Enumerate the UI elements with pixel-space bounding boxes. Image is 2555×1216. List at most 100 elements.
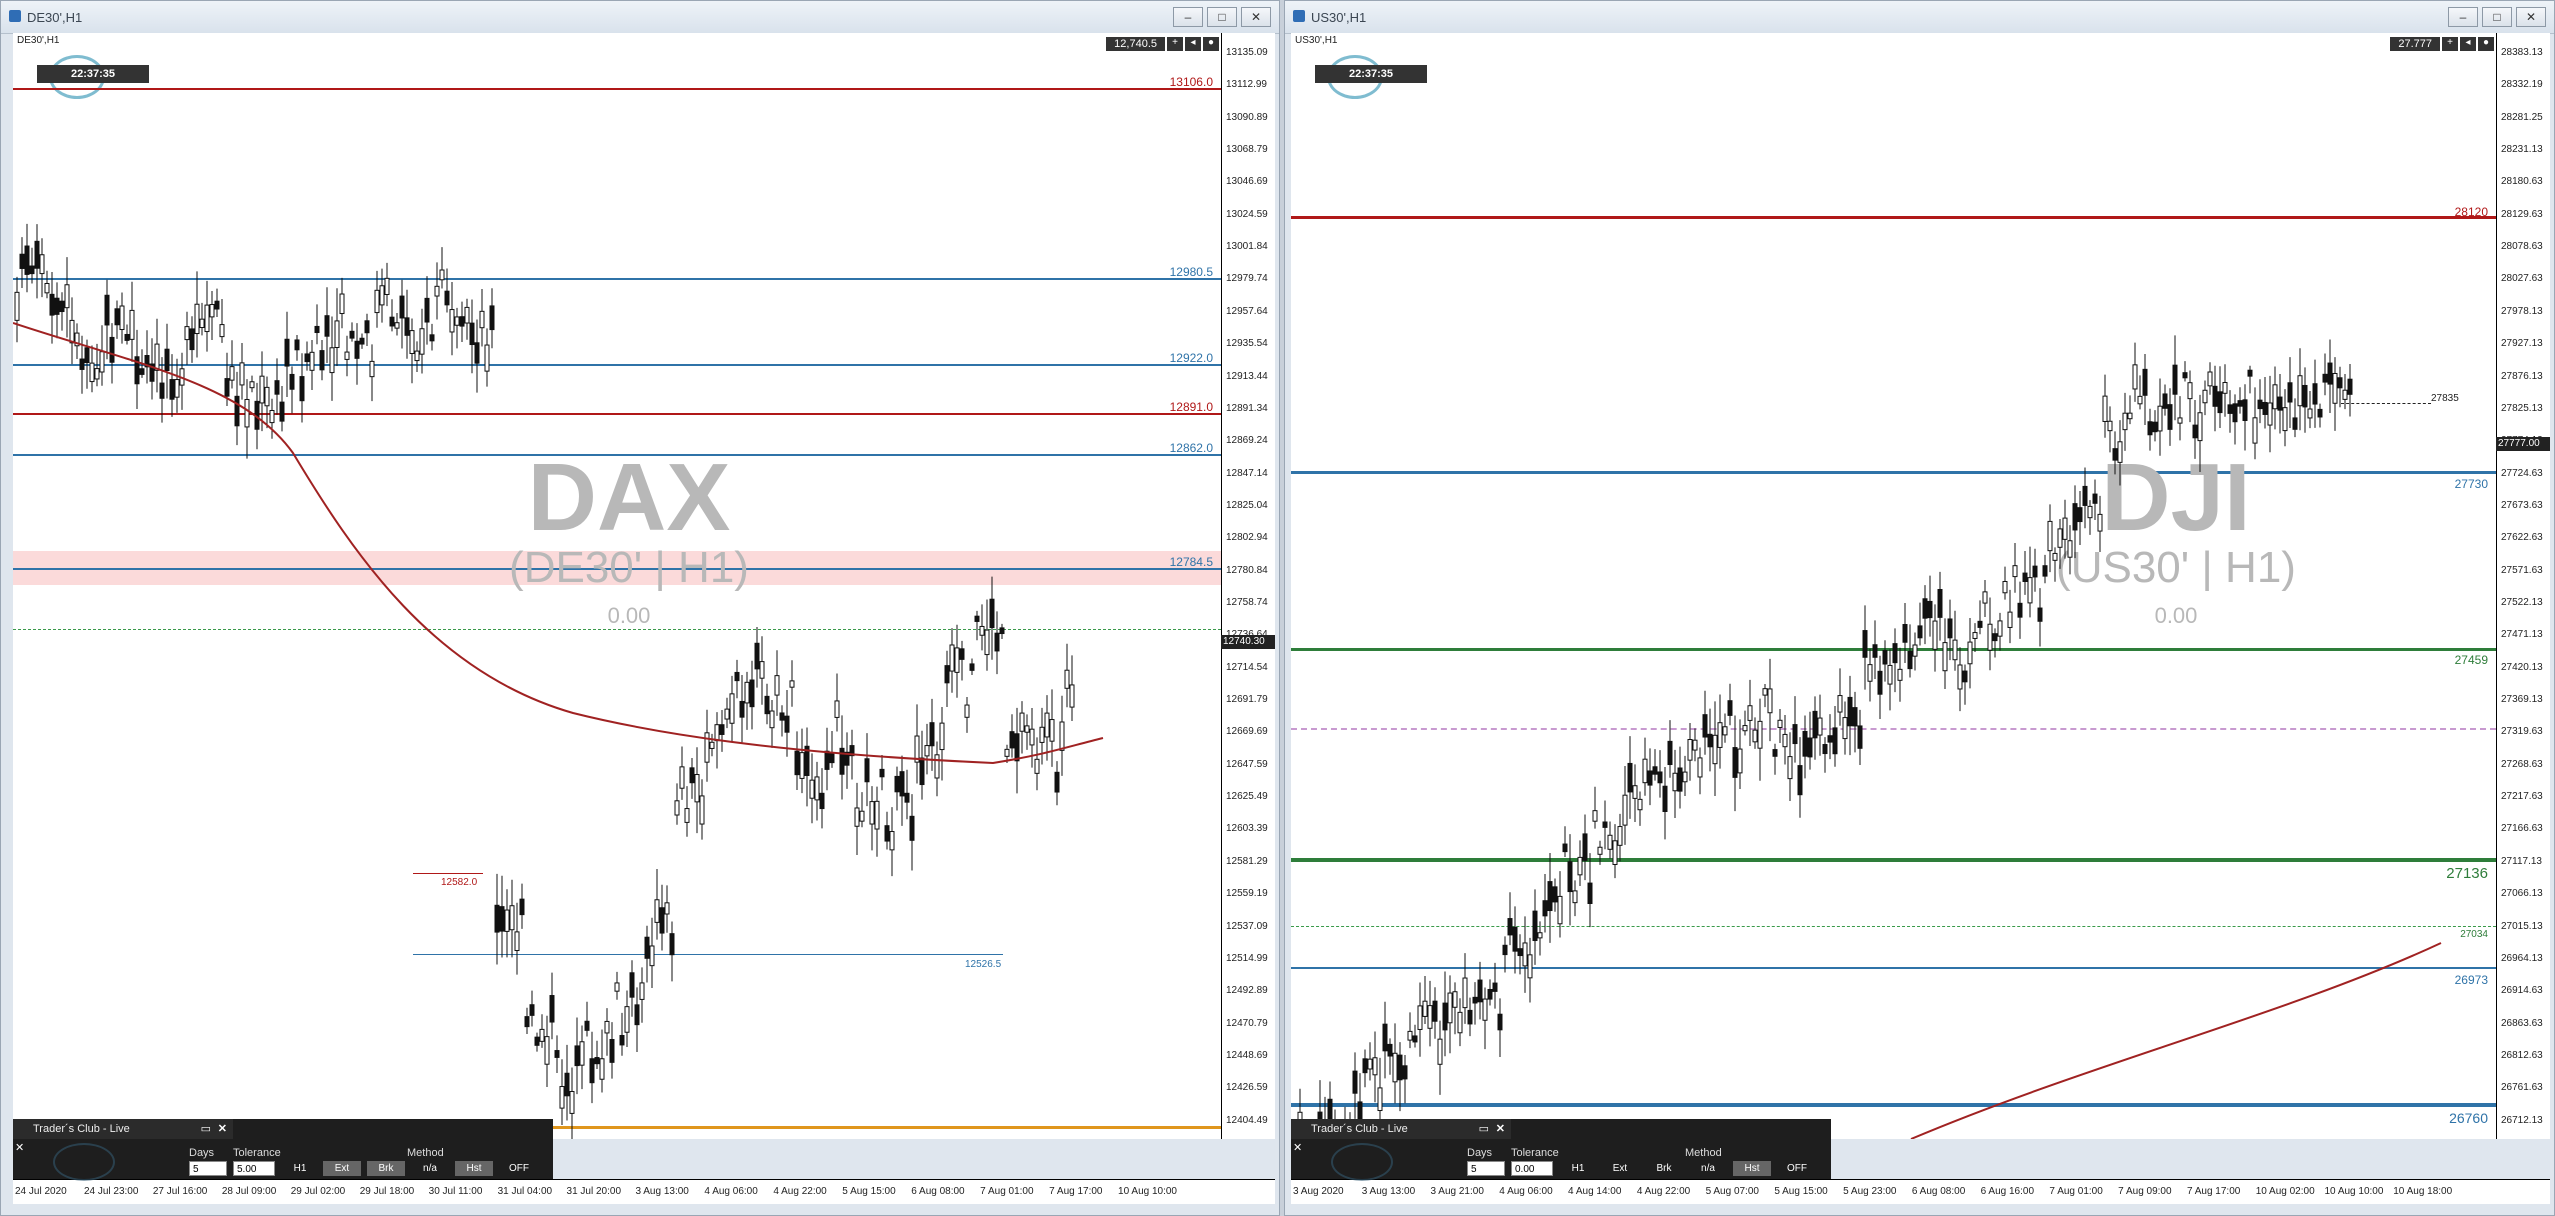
close-icon[interactable]: ✕ xyxy=(218,1119,227,1139)
candle-body xyxy=(1672,772,1678,792)
candle-body xyxy=(1687,739,1693,761)
candle-body xyxy=(2212,385,2218,407)
candle-body xyxy=(374,289,380,314)
candle-body xyxy=(39,254,45,275)
price-tick: 12470.79 xyxy=(1226,1017,1268,1029)
method-select[interactable]: n/a xyxy=(1689,1161,1727,1176)
candle-body xyxy=(274,380,280,395)
titlebar[interactable]: US30',H1 – □ ✕ xyxy=(1285,1,2554,34)
close-button[interactable]: ✕ xyxy=(1241,7,1271,27)
hst-button[interactable]: Hst xyxy=(1733,1161,1771,1176)
candle-body xyxy=(704,732,710,763)
candle-body xyxy=(479,310,485,329)
candle-body xyxy=(114,308,120,326)
price-tick: 12891.34 xyxy=(1226,402,1268,414)
close-icon[interactable]: ✕ xyxy=(1496,1119,1505,1139)
price-chart[interactable]: US30',H1 22:37:35 27.777 + ◂ ● 28120 278… xyxy=(1291,33,2496,1139)
price-axis[interactable]: 28383.13 28332.19 28281.25 28231.13 28180.63… xyxy=(2496,33,2550,1139)
ext-button[interactable]: Ext xyxy=(323,1161,361,1176)
candle-body xyxy=(709,741,715,749)
window-us30[interactable]: US30',H1 – □ ✕ US30',H1 22:37:35 27.777 … xyxy=(1284,0,2555,1216)
candle-body xyxy=(1847,696,1853,727)
time-axis[interactable]: 24 Jul 2020 24 Jul 23:00 27 Jul 16:00 28 Ju… xyxy=(13,1179,1275,1204)
candle-body xyxy=(959,648,965,660)
window-de30[interactable]: DE30',H1 – □ ✕ DE30',H1 22:37:35 12,740.… xyxy=(0,0,1280,1216)
price-tick: 27724.63 xyxy=(2501,467,2543,479)
close-button[interactable]: ✕ xyxy=(2516,7,2546,27)
close-icon[interactable]: ✕ xyxy=(15,1141,24,1154)
candle-body xyxy=(1957,664,1963,690)
price-tick: 12581.29 xyxy=(1226,855,1268,867)
candle-body xyxy=(1472,996,1478,1004)
price-axis[interactable]: 13135.09 13112.99 13090.89 13068.79 13046.69… xyxy=(1221,33,1275,1139)
candle-body xyxy=(1767,688,1773,714)
candle-body xyxy=(2222,382,2228,394)
candles-layer xyxy=(1294,335,2442,1139)
candle-body xyxy=(1782,733,1788,748)
h1-button[interactable]: H1 xyxy=(1561,1161,1595,1176)
candle-body xyxy=(764,695,770,715)
maximize-icon[interactable]: ▭ xyxy=(201,1119,211,1139)
price-tick: 26712.13 xyxy=(2501,1114,2543,1126)
minimize-button[interactable]: – xyxy=(2448,7,2478,27)
candle-body xyxy=(719,724,725,735)
tool-panel[interactable]: Trader´s Club - Live ▭ ✕ ✕ Days Toleranc… xyxy=(1291,1119,1831,1181)
price-tick: 12869.24 xyxy=(1226,435,1268,447)
price-tick: 12492.89 xyxy=(1226,985,1268,997)
ext-button[interactable]: Ext xyxy=(1601,1161,1639,1176)
candle-body xyxy=(1772,749,1778,757)
candle-body xyxy=(649,945,655,967)
price-tick: 28383.13 xyxy=(2501,47,2543,58)
candle-body xyxy=(164,348,170,372)
candle-body xyxy=(169,379,175,400)
candle-body xyxy=(829,752,835,764)
time-tick: 24 Jul 2020 xyxy=(15,1186,67,1197)
candle-body xyxy=(1887,664,1893,685)
candle-body xyxy=(369,360,375,378)
candle-body xyxy=(1967,641,1973,665)
close-icon[interactable]: ✕ xyxy=(1293,1141,1302,1154)
candle-body xyxy=(289,373,295,390)
candle-body xyxy=(954,647,960,673)
minimize-button[interactable]: – xyxy=(1173,7,1203,27)
hst-button[interactable]: Hst xyxy=(455,1161,493,1176)
candle-body xyxy=(259,375,265,404)
days-input[interactable]: 5 xyxy=(1467,1161,1505,1176)
candle-body xyxy=(814,776,820,801)
candle-body xyxy=(884,825,890,842)
time-tick: 7 Aug 17:00 xyxy=(2186,1186,2241,1197)
brk-button[interactable]: Brk xyxy=(1645,1161,1683,1176)
candle-body xyxy=(2007,611,2013,628)
candle-body xyxy=(1362,1058,1368,1074)
method-select[interactable]: n/a xyxy=(411,1161,449,1176)
tolerance-input[interactable]: 0.00 xyxy=(1511,1161,1553,1176)
days-input[interactable]: 5 xyxy=(189,1161,227,1176)
maximize-button[interactable]: □ xyxy=(1207,7,1237,27)
method-label: Method xyxy=(1685,1147,1722,1159)
candle-body xyxy=(1872,644,1878,658)
time-axis[interactable]: 3 Aug 2020 3 Aug 13:00 3 Aug 21:00 4 Aug 06… xyxy=(1291,1179,2550,1204)
tolerance-input[interactable]: 5.00 xyxy=(233,1161,275,1176)
candle-body xyxy=(789,680,795,688)
price-chart[interactable]: DE30',H1 22:37:35 12,740.5 + ◂ ● 13106.0… xyxy=(13,33,1221,1139)
candle-body xyxy=(59,300,65,313)
candle-body xyxy=(2037,607,2043,622)
candle-body xyxy=(559,1086,565,1109)
candle-body xyxy=(249,381,255,389)
candle-body xyxy=(1922,598,1928,619)
maximize-button[interactable]: □ xyxy=(2482,7,2512,27)
days-label: Days xyxy=(189,1147,215,1159)
brk-button[interactable]: Brk xyxy=(367,1161,405,1176)
price-tick: 12559.19 xyxy=(1226,888,1268,900)
maximize-icon[interactable]: ▭ xyxy=(1479,1119,1489,1139)
h1-button[interactable]: H1 xyxy=(283,1161,317,1176)
candle-body xyxy=(1014,733,1020,762)
price-tick: 13135.09 xyxy=(1226,47,1268,58)
off-button[interactable]: OFF xyxy=(1777,1161,1817,1176)
tool-panel[interactable]: Trader´s Club - Live ▭ ✕ ✕ Days Toleranc… xyxy=(13,1119,553,1181)
titlebar[interactable]: DE30',H1 – □ ✕ xyxy=(1,1,1279,34)
current-price-tag: 27777.00 xyxy=(2496,437,2550,451)
candle-body xyxy=(2092,493,2098,504)
candle-body xyxy=(2287,382,2293,403)
off-button[interactable]: OFF xyxy=(499,1161,539,1176)
